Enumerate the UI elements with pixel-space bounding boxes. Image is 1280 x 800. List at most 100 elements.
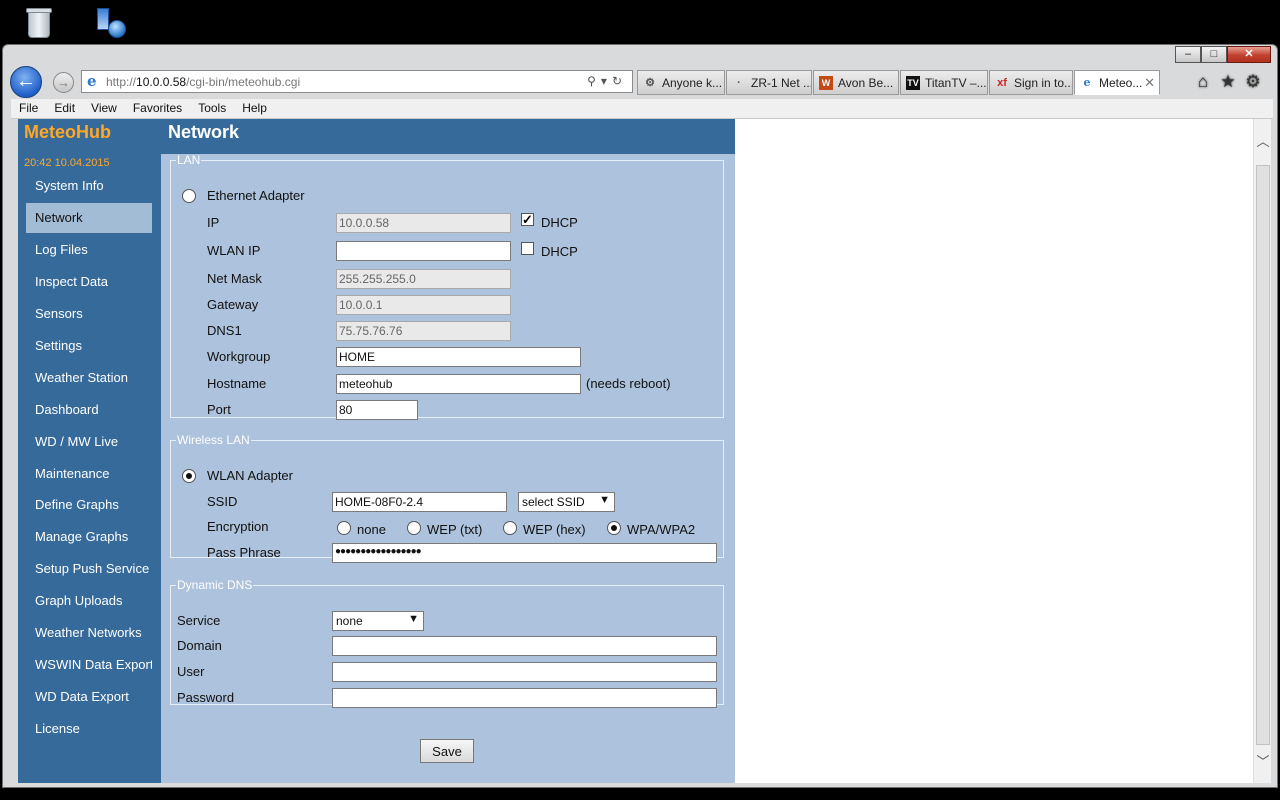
chevron-down-icon: ▼ [599, 494, 610, 506]
encryption-wep-hex-label: WEP (hex) [523, 522, 586, 537]
scroll-up-icon[interactable]: ︿ [1254, 131, 1272, 150]
close-tab-icon[interactable]: ✕ [1144, 75, 1155, 91]
back-button[interactable]: ← [10, 66, 42, 98]
search-refresh-icons[interactable]: ⚲▾↻ [587, 74, 627, 88]
netmask-field[interactable]: 255.255.255.0 [336, 269, 511, 289]
page-header: Network [161, 119, 735, 154]
logo: MeteoHub [24, 122, 111, 142]
tab-6-active[interactable]: e Meteo... ✕ [1074, 70, 1160, 95]
encryption-none-label: none [357, 522, 386, 537]
encryption-label: Encryption [207, 519, 269, 534]
lan-legend: LAN [177, 153, 201, 167]
navigation-bar: ← → e http://10.0.0.58/cgi-bin/meteohub.… [3, 65, 1277, 99]
domain-field[interactable] [332, 636, 717, 656]
netmask-label: Net Mask [207, 271, 262, 286]
select-ssid-dropdown[interactable]: select SSID ▼ [518, 492, 615, 512]
tab-2[interactable]: · ZR-1 Net ... [726, 70, 812, 95]
page-title: Network [168, 122, 240, 142]
encryption-wep-hex-radio[interactable] [503, 521, 517, 535]
sidebar-item-inspect-data[interactable]: Inspect Data [26, 267, 152, 297]
sidebar-item-sensors[interactable]: Sensors [26, 299, 152, 329]
minimize-button[interactable]: – [1175, 46, 1201, 63]
vertical-scrollbar[interactable]: ︿ ﹀ [1253, 119, 1271, 783]
gateway-label: Gateway [207, 297, 259, 312]
ssid-field[interactable]: HOME-08F0-2.4 [332, 492, 507, 512]
passphrase-field[interactable]: ●●●●●●●●●●●●●●●●● [332, 543, 717, 563]
close-window-button[interactable]: ✕ [1227, 46, 1271, 63]
hostname-field[interactable]: meteohub [336, 374, 581, 394]
dns1-label: DNS1 [207, 323, 242, 338]
toolbar-icons: ⌂ ★ ⚙ [1195, 72, 1261, 92]
recycle-bin-icon[interactable] [24, 6, 58, 40]
wireless-lan-fieldset: Wireless LAN WLAN Adapter SSID HOME-08F0… [170, 433, 724, 563]
domain-label: Domain [177, 638, 222, 653]
favorites-star-icon[interactable]: ★ [1220, 72, 1236, 92]
sidebar-item-maintenance[interactable]: Maintenance [26, 459, 152, 489]
sidebar-item-wd-mw-live[interactable]: WD / MW Live [26, 427, 152, 457]
scroll-down-icon[interactable]: ﹀ [1254, 751, 1272, 770]
tab-5[interactable]: xf Sign in to... [989, 70, 1073, 95]
address-bar[interactable]: e http://10.0.0.58/cgi-bin/meteohub.cgi … [81, 70, 633, 93]
dns1-field[interactable]: 75.75.76.76 [336, 321, 511, 341]
sidebar-item-settings[interactable]: Settings [26, 331, 152, 361]
menu-tools[interactable]: Tools [190, 99, 234, 118]
wlan-dhcp-checkbox[interactable] [521, 242, 534, 255]
chevron-down-icon: ▼ [408, 613, 419, 625]
window-controls: – □ ✕ [1175, 46, 1271, 63]
sidebar-item-weather-networks[interactable]: Weather Networks [26, 618, 152, 648]
port-field[interactable]: 80 [336, 400, 418, 420]
forward-button[interactable]: → [53, 72, 74, 93]
encryption-wep-txt-label: WEP (txt) [427, 522, 483, 537]
tab-3[interactable]: W Avon Be... [813, 70, 899, 95]
service-dropdown[interactable]: none ▼ [332, 611, 424, 631]
port-label: Port [207, 402, 231, 417]
menu-bar: File Edit View Favorites Tools Help [11, 99, 1273, 119]
wlan-adapter-label: WLAN Adapter [207, 468, 293, 483]
url-text: http://10.0.0.58/cgi-bin/meteohub.cgi [106, 75, 301, 89]
sidebar-item-setup-push-service[interactable]: Setup Push Service [26, 554, 152, 584]
tab-1[interactable]: ⚙ Anyone k... [637, 70, 725, 95]
menu-file[interactable]: File [11, 99, 46, 118]
sidebar-item-system-info[interactable]: System Info [26, 171, 152, 201]
encryption-none-radio[interactable] [337, 521, 351, 535]
encryption-wpa-radio[interactable] [607, 521, 621, 535]
tab-4[interactable]: TV TitanTV –... [900, 70, 988, 95]
password-field[interactable] [332, 688, 717, 708]
sidebar-item-log-files[interactable]: Log Files [26, 235, 152, 265]
tab-favicon-icon: TV [906, 76, 920, 90]
dynamic-dns-fieldset: Dynamic DNS Service none ▼ Domain User Pa… [170, 578, 724, 708]
sidebar-item-wd-data-export[interactable]: WD Data Export [26, 682, 152, 712]
scrollbar-thumb[interactable] [1256, 165, 1270, 745]
settings-gear-icon[interactable]: ⚙ [1245, 72, 1261, 92]
sidebar-item-dashboard[interactable]: Dashboard [26, 395, 152, 425]
ip-field[interactable]: 10.0.0.58 [336, 213, 511, 233]
dhcp-checkbox[interactable]: ✓ [521, 213, 534, 226]
sidebar: MeteoHub 20:42 10.04.2015 System Info Ne… [18, 119, 161, 783]
menu-help[interactable]: Help [234, 99, 275, 118]
menu-favorites[interactable]: Favorites [125, 99, 190, 118]
ethernet-adapter-radio[interactable] [182, 189, 196, 203]
home-icon[interactable]: ⌂ [1195, 72, 1211, 92]
menu-edit[interactable]: Edit [46, 99, 83, 118]
menu-view[interactable]: View [83, 99, 125, 118]
encryption-wep-txt-radio[interactable] [407, 521, 421, 535]
sidebar-item-license[interactable]: License [26, 714, 152, 744]
sidebar-item-network[interactable]: Network [26, 203, 152, 233]
workgroup-field[interactable]: HOME [336, 347, 581, 367]
sidebar-item-define-graphs[interactable]: Define Graphs [26, 490, 152, 520]
wlan-ip-field[interactable] [336, 241, 511, 261]
sidebar-item-manage-graphs[interactable]: Manage Graphs [26, 522, 152, 552]
sidebar-item-weather-station[interactable]: Weather Station [26, 363, 152, 393]
ip-label: IP [207, 215, 220, 230]
user-field[interactable] [332, 662, 717, 682]
sidebar-item-wswin-data-export[interactable]: WSWIN Data Export [26, 650, 152, 680]
wlan-adapter-radio[interactable] [182, 469, 196, 483]
save-button[interactable]: Save [420, 739, 474, 763]
hostname-note: (needs reboot) [586, 376, 671, 391]
browser-window: – □ ✕ ← → e http://10.0.0.58/cgi-bin/met… [2, 44, 1278, 788]
sidebar-item-graph-uploads[interactable]: Graph Uploads [26, 586, 152, 616]
gateway-field[interactable]: 10.0.0.1 [336, 295, 511, 315]
ssid-label: SSID [207, 494, 238, 509]
network-app-icon[interactable] [94, 6, 128, 40]
maximize-button[interactable]: □ [1201, 46, 1227, 63]
